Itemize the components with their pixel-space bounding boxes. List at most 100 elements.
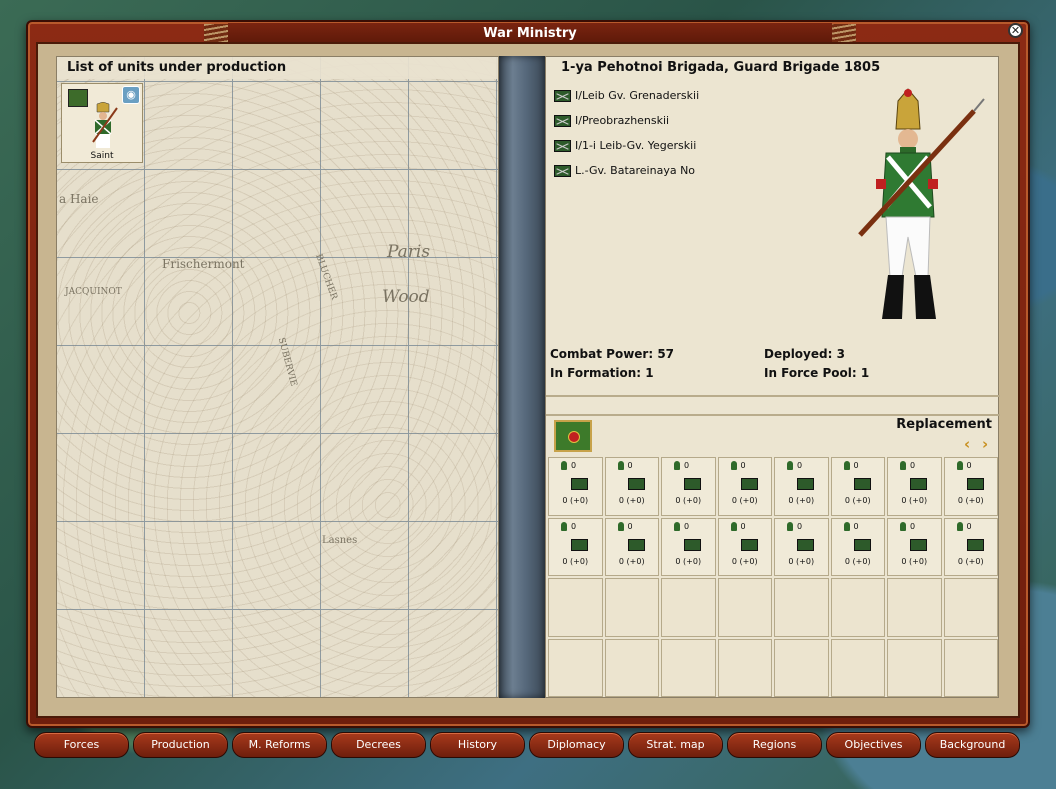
unit-type-icon <box>910 538 927 551</box>
replacement-value: 0 (+0) <box>675 496 702 505</box>
replacement-value: 0 (+0) <box>788 496 815 505</box>
soldier-icon <box>843 461 850 470</box>
empty-cell <box>830 638 885 697</box>
deployed-count: Deployed: 3 <box>764 347 845 361</box>
replacement-count: 0 <box>853 521 859 531</box>
soldier-icon <box>674 521 680 531</box>
production-list-title: List of units under production <box>57 57 498 79</box>
nav-history-button[interactable]: History <box>430 732 525 758</box>
nav-m-reforms-button[interactable]: M. Reforms <box>232 732 327 758</box>
replacement-cell[interactable]: 0 0 (+0) <box>717 517 772 576</box>
soldier-icon <box>900 461 906 470</box>
soldier-icon <box>561 461 567 470</box>
replacement-count: 0 <box>910 521 916 531</box>
unit-type-icon <box>571 538 588 551</box>
replacement-count: 0 <box>853 461 859 470</box>
nation-flag-icon[interactable] <box>554 420 592 452</box>
nav-production-button[interactable]: Production <box>133 732 228 758</box>
empty-cell <box>548 638 603 697</box>
empty-cell <box>943 638 998 697</box>
replacement-cell[interactable]: 0 0 (+0) <box>943 517 998 576</box>
replacement-value: 0 (+0) <box>901 556 928 566</box>
unit-type-icon <box>853 538 871 551</box>
replacement-value: 0 (+0) <box>618 556 645 566</box>
soldier-icon <box>843 521 850 531</box>
replacement-cell[interactable]: 0 0 (+0) <box>717 457 772 516</box>
empty-cell <box>887 638 942 697</box>
replacement-cell[interactable]: 0 0 (+0) <box>661 457 716 516</box>
sub-unit-item[interactable]: L.-Gv. Batareinaya No <box>554 158 699 183</box>
replacement-value: 0 (+0) <box>731 496 758 505</box>
soldier-icon <box>787 461 793 470</box>
replacement-cell[interactable]: 0 0 (+0) <box>830 517 885 576</box>
empty-cell <box>830 578 885 637</box>
replacement-cell[interactable]: 0 0 (+0) <box>548 517 603 576</box>
empty-cell <box>774 638 829 697</box>
unit-type-icon <box>853 478 871 490</box>
artillery-unit-icon <box>554 164 571 177</box>
replacement-value: 0 (+0) <box>788 556 815 566</box>
replacement-value: 0 (+0) <box>731 556 758 566</box>
unit-card-label: Saint <box>90 151 114 161</box>
replacement-cell[interactable]: 0 0 (+0) <box>604 457 659 516</box>
nav-strat-map-button[interactable]: Strat. map <box>628 732 723 758</box>
soldier-icon <box>787 521 793 531</box>
replacement-cell[interactable]: 0 0 (+0) <box>943 457 998 516</box>
nav-forces-button[interactable]: Forces <box>34 732 129 758</box>
sub-unit-item[interactable]: I/1-i Leib-Gv. Yegerskii <box>554 133 699 158</box>
nav-diplomacy-button[interactable]: Diplomacy <box>529 732 624 758</box>
empty-cell <box>604 578 659 637</box>
empty-cell <box>661 638 716 697</box>
replacement-count: 0 <box>797 461 803 470</box>
replacement-cell[interactable]: 0 0 (+0) <box>887 457 942 516</box>
soldier-icon <box>617 461 624 470</box>
replacement-label: Replacement <box>896 417 992 432</box>
sub-unit-item[interactable]: I/Leib Gv. Grenaderskii <box>554 83 699 108</box>
sub-unit-item[interactable]: I/Preobrazhenskii <box>554 108 699 133</box>
replacement-count: 0 <box>740 521 746 531</box>
soldier-icon <box>956 521 963 531</box>
sub-unit-label: I/Preobrazhenskii <box>575 114 670 127</box>
sub-unit-label: I/Leib Gv. Grenaderskii <box>575 89 700 102</box>
empty-cell <box>717 638 772 697</box>
nav-regions-button[interactable]: Regions <box>727 732 822 758</box>
replacement-count: 0 <box>571 521 577 531</box>
unit-type-icon <box>740 478 758 490</box>
replacement-count: 0 <box>684 521 690 531</box>
nav-decrees-button[interactable]: Decrees <box>331 732 426 758</box>
replacement-count: 0 <box>627 461 633 470</box>
replacement-cell[interactable]: 0 0 (+0) <box>887 517 942 576</box>
nav-objectives-button[interactable]: Objectives <box>826 732 921 758</box>
replacement-cell[interactable]: 0 0 (+0) <box>661 517 716 576</box>
status-icon: ◉ <box>122 86 140 104</box>
soldier-icon <box>730 521 737 531</box>
empty-cell <box>943 578 998 637</box>
unit-type-icon <box>966 478 984 490</box>
replacement-cell[interactable]: 0 0 (+0) <box>604 517 659 576</box>
replacement-count: 0 <box>571 461 577 470</box>
production-list-panel: a Haie Frischermont Paris Wood JACQUINOT… <box>56 56 499 698</box>
empty-cell <box>887 578 942 637</box>
unit-type-icon <box>684 478 701 490</box>
replacement-count: 0 <box>910 461 916 470</box>
replacement-cell[interactable]: 0 0 (+0) <box>774 457 829 516</box>
nav-background-button[interactable]: Background <box>925 732 1020 758</box>
unit-type-icon <box>571 478 588 490</box>
chevron-right-icon[interactable]: › <box>982 437 994 452</box>
chevron-left-icon[interactable]: ‹ <box>964 437 976 452</box>
force-pool-count: In Force Pool: 1 <box>764 366 870 380</box>
unit-detail-panel: 1-ya Pehotnoi Brigada, Guard Brigade 180… <box>545 56 1000 698</box>
soldier-icon <box>674 461 680 470</box>
sub-unit-label: I/1-i Leib-Gv. Yegerskii <box>575 139 697 152</box>
replacement-cell[interactable]: 0 0 (+0) <box>774 517 829 576</box>
empty-cell <box>717 578 772 637</box>
replacement-count: 0 <box>740 461 746 470</box>
replacement-cell[interactable]: 0 0 (+0) <box>548 457 603 516</box>
replacement-value: 0 (+0) <box>562 496 589 505</box>
unit-type-icon <box>910 478 927 490</box>
infantry-unit-icon <box>554 89 571 102</box>
unit-card[interactable]: ◉ Saint <box>61 83 143 163</box>
close-button[interactable]: ✕ <box>1008 23 1023 38</box>
replacement-cell[interactable]: 0 0 (+0) <box>830 457 885 516</box>
unit-type-icon <box>797 538 814 551</box>
